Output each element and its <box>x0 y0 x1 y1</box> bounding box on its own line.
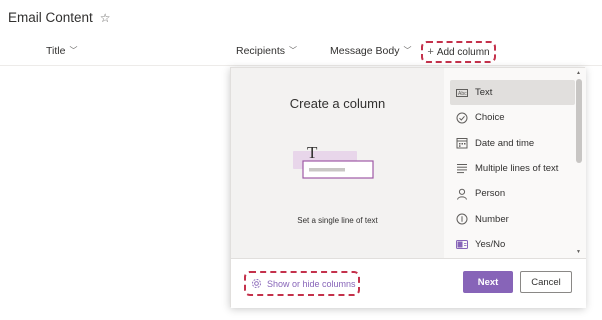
add-column-button[interactable]: + Add column <box>421 41 496 63</box>
star-icon[interactable]: ☆ <box>100 12 111 24</box>
show-hide-columns-link[interactable]: Show or hide columns <box>244 271 360 296</box>
cancel-button[interactable]: Cancel <box>520 271 572 293</box>
text-field-illustration: T <box>293 144 374 179</box>
column-type-label: Text <box>475 87 493 99</box>
show-hide-columns-label: Show or hide columns <box>267 278 356 289</box>
page-title: Email Content ☆ <box>8 10 111 25</box>
column-header-message-body-label: Message Body <box>330 45 400 57</box>
page-title-text: Email Content <box>8 10 93 25</box>
toggle-icon <box>456 238 468 250</box>
text-field-icon: Abc <box>456 87 468 99</box>
column-type-choice[interactable]: Choice <box>450 105 575 130</box>
column-header-row: Title ﹀ Recipients ﹀ Message Body ﹀ <box>0 38 602 66</box>
column-type-label: Choice <box>475 112 505 124</box>
column-type-multiple-lines-of-text[interactable]: Multiple lines of text <box>450 156 575 181</box>
column-header-title[interactable]: Title ﹀ <box>46 45 77 57</box>
add-column-label: Add column <box>436 46 490 58</box>
column-header-message-body[interactable]: Message Body ﹀ <box>330 45 411 57</box>
column-type-label: Person <box>475 188 506 200</box>
column-preview-pane: Create a column T Set a single line of t… <box>231 68 444 258</box>
multiline-text-icon <box>456 163 468 175</box>
scroll-down-arrow-icon[interactable]: ▼ <box>576 250 581 255</box>
plus-icon: + <box>427 45 434 58</box>
illustration-glyph: T <box>307 144 318 162</box>
column-type-person[interactable]: Person <box>450 181 575 206</box>
column-header-recipients[interactable]: Recipients ﹀ <box>236 45 297 57</box>
calendar-icon <box>456 137 468 149</box>
column-type-list: Abc Text Choice Date and time Multiple l… <box>450 80 575 257</box>
create-column-heading: Create a column <box>289 96 386 111</box>
next-button[interactable]: Next <box>463 271 513 293</box>
column-header-title-label: Title <box>46 45 66 57</box>
column-type-label: Date and time <box>475 137 535 149</box>
chevron-down-icon: ﹀ <box>69 46 78 55</box>
column-type-text[interactable]: Abc Text <box>450 80 575 106</box>
column-type-scrollbar[interactable]: ▲ ▼ <box>575 71 583 255</box>
column-header-recipients-label: Recipients <box>236 45 286 57</box>
column-type-date-and-time[interactable]: Date and time <box>450 131 575 156</box>
column-type-label: Multiple lines of text <box>475 163 559 175</box>
illustration-help-text: Set a single line of text <box>297 216 378 225</box>
column-type-yes-no[interactable]: Yes/No <box>450 232 575 257</box>
choice-check-icon <box>456 112 468 124</box>
column-type-number[interactable]: Number <box>450 206 575 231</box>
column-type-label: Number <box>475 213 509 225</box>
svg-text:Abc: Abc <box>458 91 467 97</box>
number-icon <box>456 213 468 225</box>
create-column-panel: Create a column T Set a single line of t… <box>230 67 586 308</box>
chevron-down-icon: ﹀ <box>289 46 298 55</box>
gear-icon <box>252 279 261 288</box>
column-type-list-pane: Abc Text Choice Date and time Multiple l… <box>444 68 586 258</box>
scrollbar-thumb[interactable] <box>576 79 582 163</box>
scroll-up-arrow-icon[interactable]: ▲ <box>576 71 581 76</box>
column-type-label: Yes/No <box>475 238 506 250</box>
create-column-footer: Show or hide columns Next Cancel <box>231 258 586 308</box>
person-icon <box>456 188 468 200</box>
chevron-down-icon: ﹀ <box>403 46 412 55</box>
